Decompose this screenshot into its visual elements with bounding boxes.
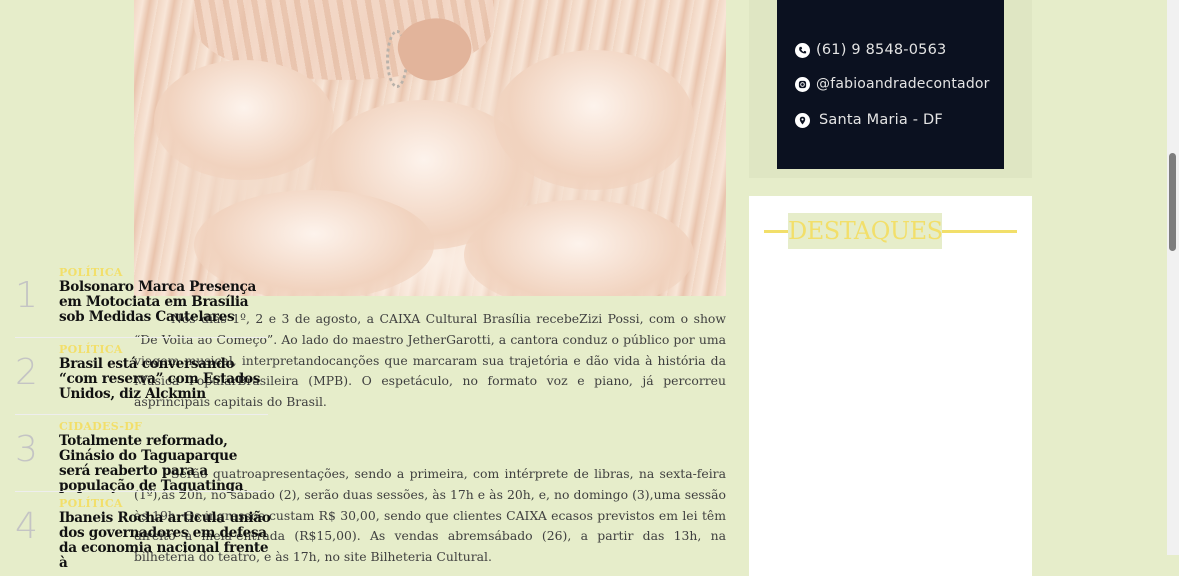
highlight-category[interactable]: CIDADES-DF: [59, 420, 142, 433]
contact-location: Santa Maria - DF: [795, 112, 943, 128]
highlight-headline[interactable]: Brasil está conversando “com reserva” co…: [59, 357, 271, 402]
article-image: [134, 0, 726, 296]
highlight-number: 2: [15, 352, 38, 393]
divider: [15, 414, 268, 415]
highlight-category[interactable]: POLÍTICA: [59, 343, 123, 356]
highlights-title: DESTAQUES: [788, 217, 943, 245]
title-rule-right: [942, 230, 1017, 233]
contact-card: (61) 9 8548-0563 @fabioandradecontador S…: [777, 0, 1004, 169]
divider: [15, 337, 268, 338]
highlight-headline[interactable]: Bolsonaro Marca Presença em Motociata em…: [59, 280, 271, 325]
location-label: Santa Maria - DF: [819, 112, 943, 128]
divider: [15, 491, 268, 492]
paragraph-end: .: [488, 549, 492, 565]
title-rule-left: [764, 230, 788, 233]
dress-ruffle: [464, 200, 694, 296]
bilheteria-cultural-link[interactable]: Bilheteria Cultural: [371, 549, 489, 564]
highlight-category[interactable]: POLÍTICA: [59, 266, 123, 279]
scrollbar-thumb[interactable]: [1169, 153, 1176, 251]
phone-icon: [795, 42, 810, 58]
highlight-category[interactable]: POLÍTICA: [59, 497, 123, 510]
highlight-headline[interactable]: Ibaneis Rocha articula união dos governa…: [59, 511, 271, 571]
dress-ruffle: [494, 50, 694, 190]
instagram-handle: @fabioandradecontador: [816, 76, 990, 92]
instagram-icon: [795, 76, 810, 92]
highlight-number: 3: [15, 429, 38, 470]
contact-phone[interactable]: (61) 9 8548-0563: [795, 42, 946, 58]
location-pin-icon: [795, 112, 810, 128]
dress-ruffle: [154, 60, 334, 180]
highlights-panel: DESTAQUES: [749, 196, 1032, 576]
phone-number: (61) 9 8548-0563: [816, 42, 947, 58]
highlight-number: 4: [15, 506, 38, 547]
highlight-headline[interactable]: Totalmente reformado, Ginásio do Taguapa…: [59, 434, 271, 494]
page-scrollbar[interactable]: [1167, 0, 1179, 555]
contact-instagram[interactable]: @fabioandradecontador: [795, 76, 990, 92]
highlight-number: 1: [15, 275, 38, 316]
